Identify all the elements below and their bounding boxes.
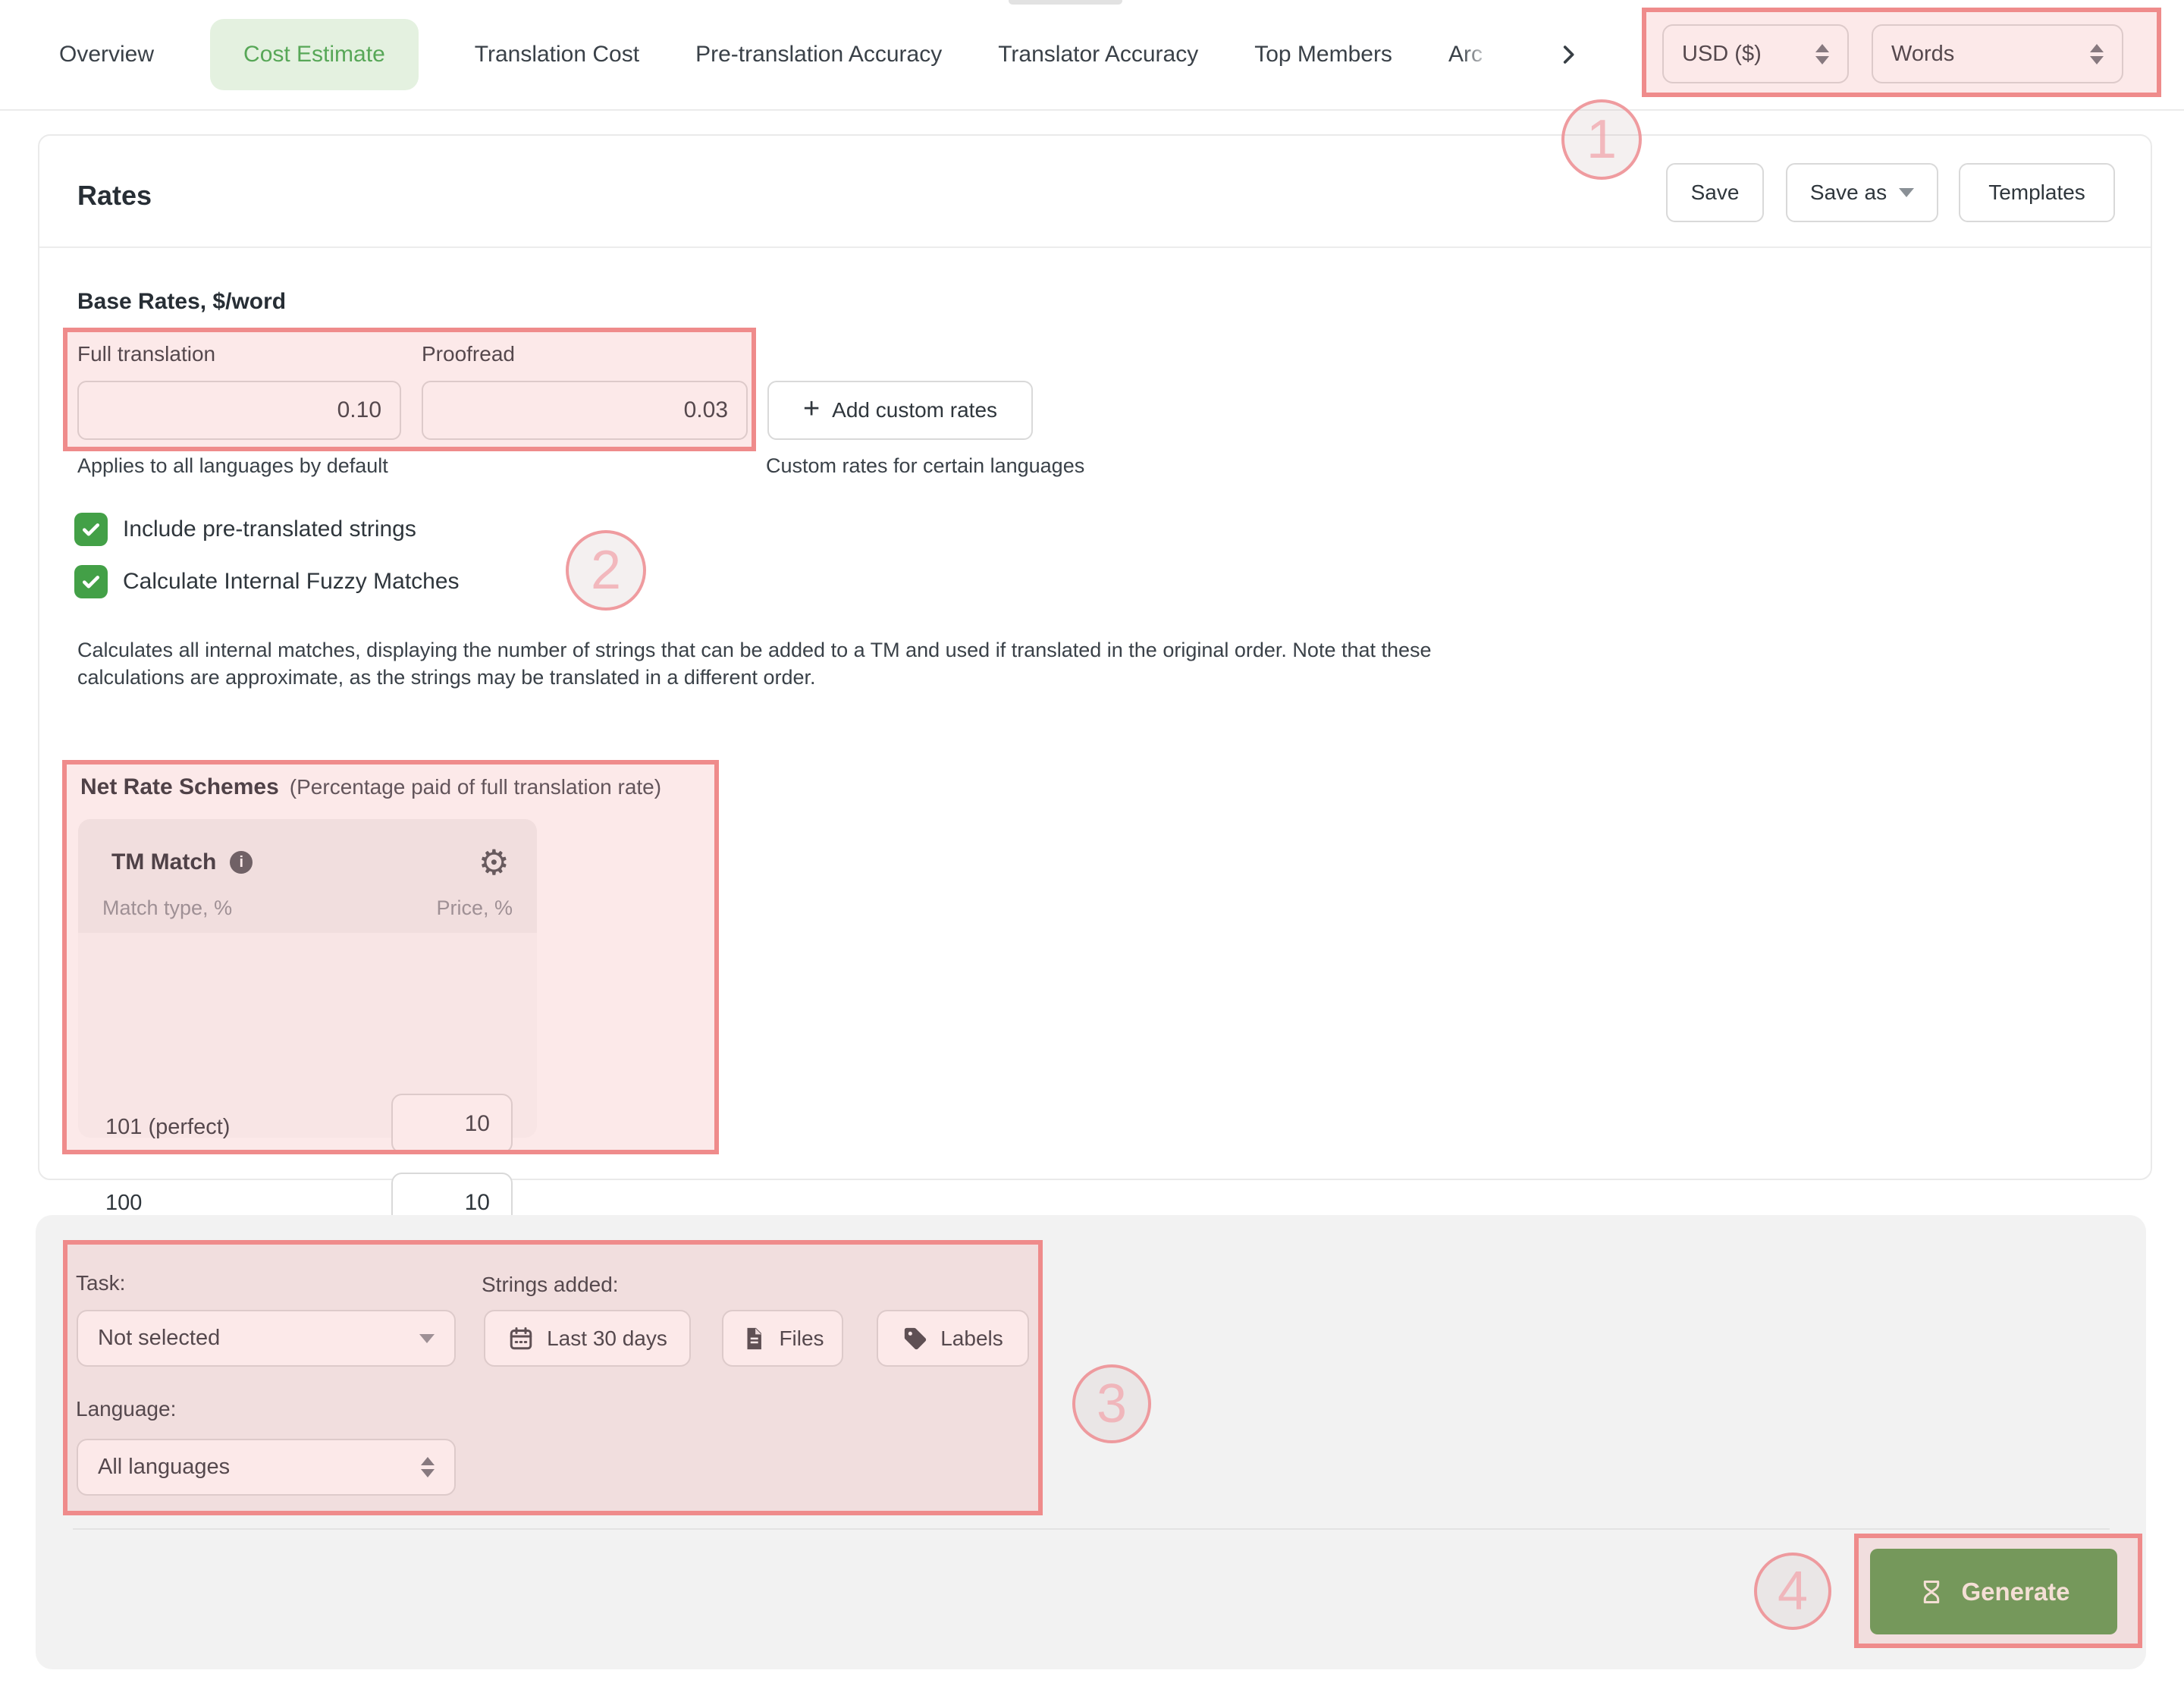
rates-panel: Rates Save Save as Templates Base Rates,… [38, 134, 2152, 1180]
plus-icon: + [803, 394, 820, 423]
tm-row-100-label: 100 [105, 1191, 142, 1216]
add-custom-rates-button[interactable]: + Add custom rates [767, 381, 1033, 440]
save-as-button-label: Save as [1810, 181, 1887, 205]
caret-down-icon [419, 1334, 435, 1343]
unit-select[interactable]: Words [1872, 24, 2123, 83]
match-type-column-header: Match type, % [102, 896, 232, 920]
task-label: Task: [76, 1271, 125, 1295]
checkmark-icon [80, 518, 102, 541]
header-divider [39, 246, 2151, 248]
currency-select[interactable]: USD ($) [1662, 24, 1849, 83]
task-select-value: Not selected [98, 1326, 220, 1351]
hourglass-icon [1917, 1578, 1946, 1606]
price-column-header: Price, % [436, 896, 513, 920]
sort-arrows-icon [2090, 44, 2104, 64]
task-select[interactable]: Not selected [77, 1310, 456, 1367]
templates-button-label: Templates [1988, 181, 2085, 205]
include-pretranslated-label: Include pre-translated strings [123, 516, 416, 542]
caret-down-icon [1899, 188, 1914, 197]
unit-select-value: Words [1891, 42, 1954, 67]
calendar-icon [507, 1325, 535, 1352]
internal-fuzzy-matches-checkbox-row[interactable]: Calculate Internal Fuzzy Matches [74, 565, 460, 598]
sort-arrows-icon [1815, 44, 1829, 64]
proofread-rate-input[interactable] [422, 381, 748, 440]
files-filter-button[interactable]: Files [722, 1310, 843, 1367]
tab-archived-truncated[interactable]: Arc [1448, 42, 1495, 68]
tm-match-title-row: TM Match i [111, 849, 253, 875]
tm-row-101-price-input[interactable] [391, 1094, 513, 1154]
fuzzy-matches-note: Calculates all internal matches, display… [77, 636, 1526, 691]
full-translation-label: Full translation [77, 342, 215, 366]
base-rates-heading: Base Rates, $/word [77, 289, 286, 315]
language-label: Language: [76, 1397, 176, 1421]
add-custom-rates-label: Add custom rates [832, 398, 997, 422]
sort-arrows-icon [421, 1457, 435, 1477]
checkbox-checked[interactable] [74, 565, 108, 598]
date-range-label: Last 30 days [547, 1327, 667, 1351]
save-button[interactable]: Save [1666, 163, 1764, 222]
reports-tab-bar: Overview Cost Estimate Translation Cost … [0, 0, 2184, 111]
net-rate-schemes-heading-row: Net Rate Schemes (Percentage paid of ful… [80, 774, 661, 800]
tab-cost-estimate[interactable]: Cost Estimate [210, 19, 419, 90]
tab-translation-cost[interactable]: Translation Cost [475, 42, 639, 68]
chevron-right-icon [1555, 42, 1581, 68]
checkbox-checked[interactable] [74, 513, 108, 546]
tm-match-title: TM Match [111, 849, 216, 875]
internal-fuzzy-matches-label: Calculate Internal Fuzzy Matches [123, 569, 460, 595]
proofread-label: Proofread [422, 342, 515, 366]
report-tabs: Overview Cost Estimate Translation Cost … [59, 0, 1585, 109]
language-select-value: All languages [98, 1455, 230, 1480]
save-as-button[interactable]: Save as [1786, 163, 1938, 222]
info-icon[interactable]: i [230, 851, 253, 874]
language-select[interactable]: All languages [77, 1439, 456, 1496]
templates-button[interactable]: Templates [1959, 163, 2115, 222]
more-tabs-button[interactable] [1552, 38, 1585, 71]
filters-divider [73, 1528, 2110, 1530]
tab-top-members[interactable]: Top Members [1254, 42, 1392, 68]
date-range-button[interactable]: Last 30 days [484, 1310, 691, 1367]
tab-overview[interactable]: Overview [59, 42, 154, 68]
generate-button-label: Generate [1961, 1578, 2069, 1606]
default-rates-note: Applies to all languages by default [77, 454, 388, 478]
custom-rates-note: Custom rates for certain languages [766, 454, 1084, 478]
tag-icon [902, 1326, 928, 1352]
tab-label: Arc [1448, 42, 1483, 67]
generate-button[interactable]: Generate [1870, 1549, 2117, 1634]
strings-added-label: Strings added: [482, 1273, 619, 1297]
currency-select-value: USD ($) [1682, 42, 1762, 67]
net-rate-schemes-subtitle: (Percentage paid of full translation rat… [290, 775, 661, 799]
full-translation-rate-input[interactable] [77, 381, 401, 440]
rates-title: Rates [77, 180, 152, 212]
report-settings-screen: Overview Cost Estimate Translation Cost … [0, 0, 2184, 1708]
labels-filter-label: Labels [940, 1327, 1003, 1351]
tm-match-card: TM Match i ⚙ Match type, % Price, % 101 … [78, 819, 537, 1138]
gear-icon[interactable]: ⚙ [479, 845, 510, 880]
report-filters-panel: Task: Not selected Strings added: Last 3… [36, 1215, 2146, 1669]
net-rate-schemes-title: Net Rate Schemes [80, 774, 279, 800]
file-icon [741, 1326, 767, 1352]
labels-filter-button[interactable]: Labels [877, 1310, 1029, 1367]
save-button-label: Save [1691, 181, 1740, 205]
tm-row-101-label: 101 (perfect) [105, 1115, 230, 1140]
tab-translator-accuracy[interactable]: Translator Accuracy [998, 42, 1198, 68]
include-pretranslated-checkbox-row[interactable]: Include pre-translated strings [74, 513, 416, 546]
checkmark-icon [80, 570, 102, 593]
files-filter-label: Files [779, 1327, 824, 1351]
tab-pre-translation-accuracy[interactable]: Pre-translation Accuracy [695, 42, 942, 68]
